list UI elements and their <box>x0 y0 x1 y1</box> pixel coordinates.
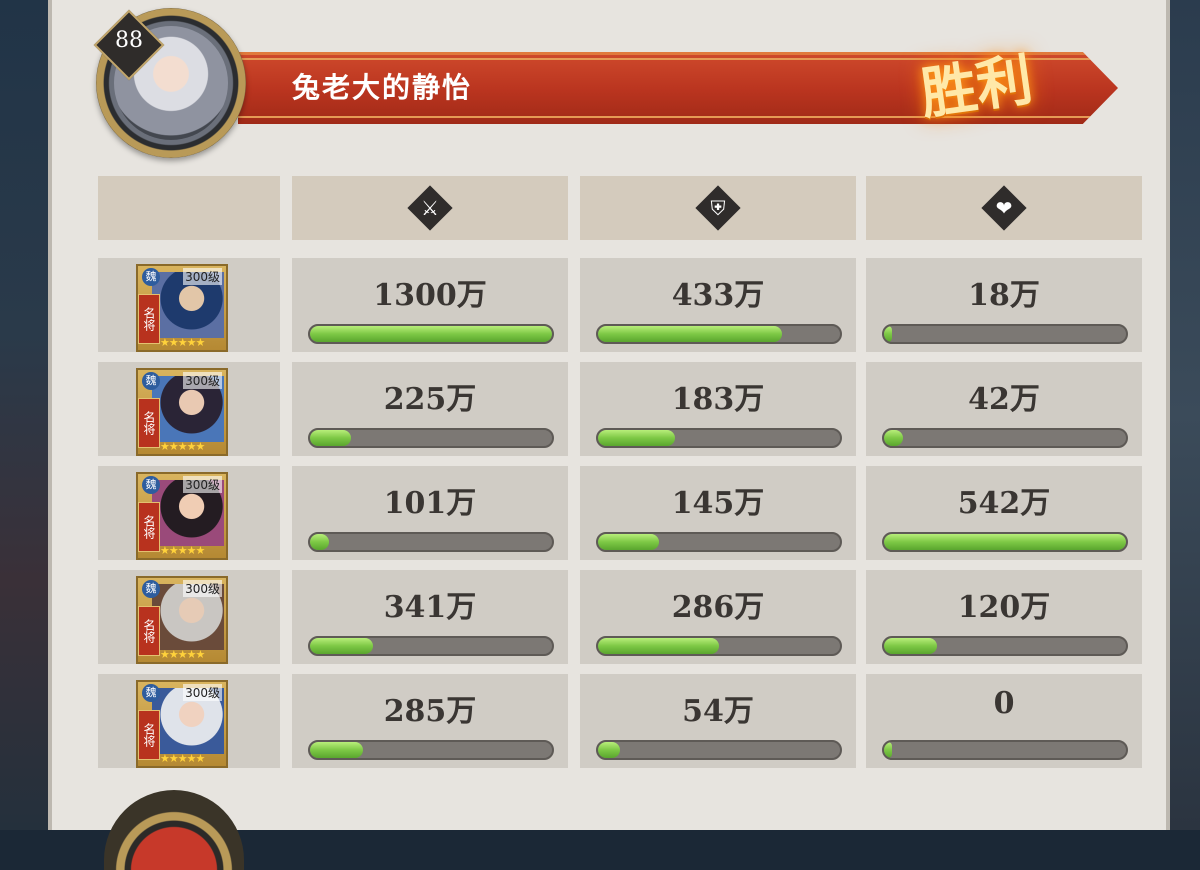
damage-value: 285万 <box>383 694 477 729</box>
damage-bar-fill <box>310 534 329 550</box>
defense-bar <box>596 428 842 448</box>
header-hero-cell <box>98 176 280 240</box>
heal-bar <box>882 324 1128 344</box>
hero-card[interactable]: 魏 300级名将 ★★★★★ <box>136 680 228 768</box>
background-right <box>1170 0 1200 830</box>
hero-stars: ★★★★★ <box>160 752 205 765</box>
sword-icon-glyph: ⚔ <box>421 196 439 220</box>
defense-bar <box>596 636 842 656</box>
defense-bar <box>596 324 842 344</box>
damage-bar <box>308 428 554 448</box>
hero-level: 300级 <box>183 268 222 285</box>
defense-bar-fill <box>598 638 719 654</box>
damage-bar-fill <box>310 638 373 654</box>
heal-bar <box>882 636 1128 656</box>
damage-bar-fill <box>310 742 363 758</box>
heal-bar-fill <box>884 638 937 654</box>
heal-bar <box>882 740 1128 760</box>
faction-badge: 魏 <box>142 268 160 286</box>
defense-bar <box>596 740 842 760</box>
hero-level: 300级 <box>183 372 222 389</box>
heal-bar <box>882 532 1128 552</box>
damage-value: 101万 <box>383 486 477 521</box>
heal-value: 0 <box>993 686 1015 721</box>
player-name: 兔老大的静怡 <box>292 71 473 104</box>
hero-rank-tag: 名将 <box>138 398 160 448</box>
defense-bar-fill <box>598 430 675 446</box>
damage-value: 341万 <box>383 590 477 625</box>
heal-value: 120万 <box>957 590 1051 625</box>
defense-value: 145万 <box>671 486 765 521</box>
hero-rank-tag: 名将 <box>138 502 160 552</box>
faction-badge: 魏 <box>142 476 160 494</box>
damage-bar <box>308 636 554 656</box>
hero-stars: ★★★★★ <box>160 648 205 661</box>
background-left <box>0 0 48 830</box>
faction-badge: 魏 <box>142 580 160 598</box>
damage-value: 1300万 <box>373 278 487 313</box>
defense-bar-fill <box>598 534 659 550</box>
heal-bar-fill <box>884 326 892 342</box>
defense-value: 433万 <box>671 278 765 313</box>
player-level: 88 <box>115 28 143 53</box>
hero-card[interactable]: 魏 300级名将 ★★★★★ <box>136 472 228 560</box>
heal-value: 18万 <box>968 278 1040 313</box>
faction-badge: 魏 <box>142 372 160 390</box>
shield-icon-glyph: ⛨ <box>710 196 726 220</box>
hero-card[interactable]: 魏 300级名将 ★★★★★ <box>136 368 228 456</box>
defense-value: 54万 <box>682 694 754 729</box>
faction-badge: 魏 <box>142 684 160 702</box>
heal-bar <box>882 428 1128 448</box>
defense-bar-fill <box>598 326 782 342</box>
victory-label: 胜利 <box>916 47 1037 128</box>
hero-stars: ★★★★★ <box>160 544 205 557</box>
heal-value: 42万 <box>968 382 1040 417</box>
defense-value: 183万 <box>671 382 765 417</box>
heal-bar-fill <box>884 534 1126 550</box>
hero-rank-tag: 名将 <box>138 710 160 760</box>
defense-bar <box>596 532 842 552</box>
heal-bar-fill <box>884 742 892 758</box>
defense-bar-fill <box>598 742 620 758</box>
damage-bar <box>308 324 554 344</box>
hero-level: 300级 <box>183 580 222 597</box>
hero-card[interactable]: 魏 300级名将 ★★★★★ <box>136 264 228 352</box>
hero-card[interactable]: 魏 300级名将 ★★★★★ <box>136 576 228 664</box>
heal-value: 542万 <box>957 486 1051 521</box>
heart-icon-glyph: ❤ <box>995 196 1013 220</box>
damage-bar <box>308 740 554 760</box>
damage-bar-fill <box>310 326 552 342</box>
hero-level: 300级 <box>183 476 222 493</box>
defense-value: 286万 <box>671 590 765 625</box>
hero-rank-tag: 名将 <box>138 606 160 656</box>
hero-stars: ★★★★★ <box>160 336 205 349</box>
damage-bar <box>308 532 554 552</box>
hero-stars: ★★★★★ <box>160 440 205 453</box>
hero-level: 300级 <box>183 684 222 701</box>
heal-bar-fill <box>884 430 903 446</box>
hero-rank-tag: 名将 <box>138 294 160 344</box>
damage-bar-fill <box>310 430 351 446</box>
damage-value: 225万 <box>383 382 477 417</box>
